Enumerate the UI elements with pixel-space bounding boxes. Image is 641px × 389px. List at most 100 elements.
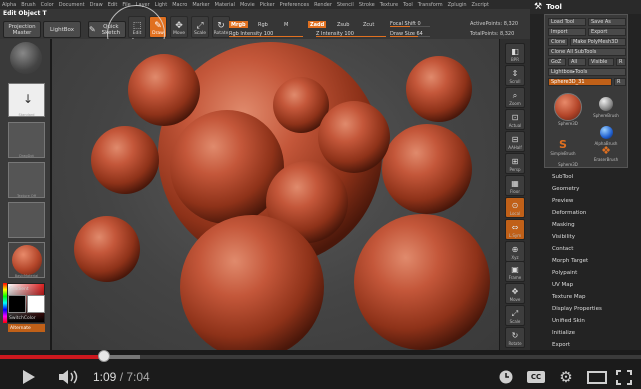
menu-light[interactable]: Light	[155, 2, 167, 8]
menu-preferences[interactable]: Preferences	[280, 2, 309, 8]
goz-visible-button[interactable]: Visible	[588, 58, 614, 66]
tool-menu-polypaint[interactable]: Polypaint	[551, 267, 641, 279]
shelf-l-sym-button[interactable]: ⇔ L.Sym	[505, 219, 525, 240]
tool-menu-contact[interactable]: Contact	[551, 243, 641, 255]
menu-macro[interactable]: Macro	[172, 2, 187, 8]
secondary-color-swatch[interactable]	[27, 295, 45, 313]
menu-stroke[interactable]: Stroke	[359, 2, 375, 8]
focal-shift-slider[interactable]: Focal Shift 0	[390, 20, 430, 27]
volume-button[interactable]	[58, 369, 80, 385]
current-tool-slider[interactable]: Sphere3D_31	[548, 78, 612, 86]
menu-alpha[interactable]: Alpha	[2, 2, 16, 8]
captions-button[interactable]: CC	[527, 371, 545, 383]
progress-bar[interactable]	[0, 355, 641, 359]
tool-menu-visibility[interactable]: Visibility	[551, 231, 641, 243]
tool-menu-subtool[interactable]: SubTool	[551, 171, 641, 183]
play-button[interactable]	[20, 369, 38, 385]
make-polymesh-button[interactable]: Make PolyMesh3D	[570, 38, 626, 46]
hue-strip[interactable]	[3, 283, 7, 323]
export-button[interactable]: Export	[588, 28, 626, 36]
gradient-label[interactable]: Gradient	[9, 287, 29, 292]
tool-thumb-sphere3d-small[interactable]: Sphere3D	[550, 155, 586, 167]
shelf-scale-button[interactable]: ⤢ Scale	[505, 305, 525, 326]
tool-menu-unified-skin[interactable]: Unified Skin	[551, 315, 641, 327]
import-button[interactable]: Import	[548, 28, 586, 36]
menu-zplugin[interactable]: Zplugin	[448, 2, 467, 8]
tool-menu-display-properties[interactable]: Display Properties	[551, 303, 641, 315]
tool-menu-initialize[interactable]: Initialize	[551, 327, 641, 339]
tool-menu-geometry[interactable]: Geometry	[551, 183, 641, 195]
menu-texture[interactable]: Texture	[380, 2, 398, 8]
shelf-persp-button[interactable]: ⊞ Persp	[505, 153, 525, 174]
tool-thumb-spherebrush[interactable]: SphereBrush	[591, 88, 621, 118]
goz-all-button[interactable]: All	[568, 58, 586, 66]
zsub-toggle[interactable]: Zsub	[335, 21, 351, 28]
menu-material[interactable]: Material	[215, 2, 235, 8]
zcut-toggle[interactable]: Zcut	[361, 21, 376, 28]
tool-thumb-sphere3d[interactable]: Sphere3D	[550, 88, 586, 126]
lightbox-button[interactable]: LightBox	[43, 21, 81, 38]
fullscreen-button[interactable]	[616, 370, 632, 385]
projection-master-button[interactable]: Projection Master	[3, 21, 41, 38]
move-mode-button[interactable]: ✥ Move	[170, 16, 188, 38]
progress-scrubber[interactable]	[98, 350, 111, 362]
theater-mode-button[interactable]	[587, 371, 607, 384]
tool-menu-texture-map[interactable]: Texture Map	[551, 291, 641, 303]
goz-button[interactable]: GoZ	[548, 58, 566, 66]
alternate-button[interactable]: Alternate	[8, 324, 45, 332]
scale-mode-button[interactable]: ⤢ Scale	[191, 16, 209, 38]
document-canvas[interactable]	[52, 39, 499, 350]
menu-draw[interactable]: Draw	[90, 2, 103, 8]
tool-menu-masking[interactable]: Masking	[551, 219, 641, 231]
shelf-move-button[interactable]: ✥ Move	[505, 283, 525, 304]
switchcolor-button[interactable]: SwitchColor	[9, 316, 36, 321]
tool-header[interactable]: ⚒ Tool	[530, 0, 641, 14]
menu-brush[interactable]: Brush	[21, 2, 35, 8]
tool-menu-preview[interactable]: Preview	[551, 195, 641, 207]
menu-stencil[interactable]: Stencil	[337, 2, 354, 8]
watch-later-button[interactable]	[499, 370, 513, 384]
clone-all-subtools-button[interactable]: Clone All SubTools	[548, 48, 626, 56]
rgb-intensity-slider[interactable]: Rgb Intensity 100	[229, 30, 303, 37]
brush-thumb-standard[interactable]: ↓ Standard	[8, 83, 45, 117]
material-thumb[interactable]: BasicMaterial	[8, 242, 45, 278]
menu-edit[interactable]: Edit	[108, 2, 118, 8]
rotate-mode-button[interactable]: ↻ Rotate	[212, 16, 230, 38]
shelf-local-button[interactable]: ⊙ Local	[505, 197, 525, 218]
shelf-floor-button[interactable]: ▦ Floor	[505, 175, 525, 196]
m-toggle[interactable]: M	[282, 21, 290, 28]
alpha-thumb[interactable]: Texture Off	[8, 162, 45, 198]
z-intensity-slider[interactable]: Z Intensity 100	[316, 30, 386, 37]
alpha-off-thumb[interactable]	[8, 202, 45, 238]
shelf-scroll-button[interactable]: ⇕ Scroll	[505, 65, 525, 86]
stroke-thumb-dragdot[interactable]: DragDot	[8, 122, 45, 158]
menu-marker[interactable]: Marker	[192, 2, 209, 8]
shelf-bpr-button[interactable]: ◧ BPR	[505, 43, 525, 64]
menu-document[interactable]: Document	[59, 2, 85, 8]
menu-picker[interactable]: Picker	[260, 2, 275, 8]
zadd-toggle[interactable]: Zadd	[308, 21, 327, 28]
tool-thumb-eraserbrush[interactable]: ❖ EraserBrush	[591, 132, 621, 163]
shelf-zoom-button[interactable]: ⌕ Zoom	[505, 87, 525, 108]
goz-r-button[interactable]: R	[616, 58, 626, 66]
shelf-rotate-button[interactable]: ↻ Rotate	[505, 327, 525, 348]
tool-menu-uv-map[interactable]: UV Map	[551, 279, 641, 291]
shelf-xyz-button[interactable]: ⊕ Xyz	[505, 241, 525, 262]
tool-menu-deformation[interactable]: Deformation	[551, 207, 641, 219]
clone-button[interactable]: Clone	[548, 38, 568, 46]
rgb-toggle[interactable]: Rgb	[256, 21, 270, 28]
shelf-actual-button[interactable]: ⊡ Actual	[505, 109, 525, 130]
tool-thumb-simplebrush[interactable]: S SimpleBrush	[548, 126, 578, 157]
menu-zscript[interactable]: Zscript	[472, 2, 489, 8]
primary-color-swatch[interactable]	[8, 295, 26, 313]
shelf-aahalf-button[interactable]: ⊟ AAHalf	[505, 131, 525, 152]
menu-movie[interactable]: Movie	[240, 2, 255, 8]
menu-tool[interactable]: Tool	[403, 2, 413, 8]
load-tool-button[interactable]: Load Tool	[548, 18, 586, 26]
mrgb-toggle[interactable]: Mrgb	[229, 21, 248, 28]
sphere-material-preview[interactable]	[10, 42, 42, 74]
shelf-frame-button[interactable]: ▣ Frame	[505, 261, 525, 282]
tool-menu-morph-target[interactable]: Morph Target	[551, 255, 641, 267]
menu-color[interactable]: Color	[41, 2, 54, 8]
save-as-button[interactable]: Save As	[588, 18, 626, 26]
